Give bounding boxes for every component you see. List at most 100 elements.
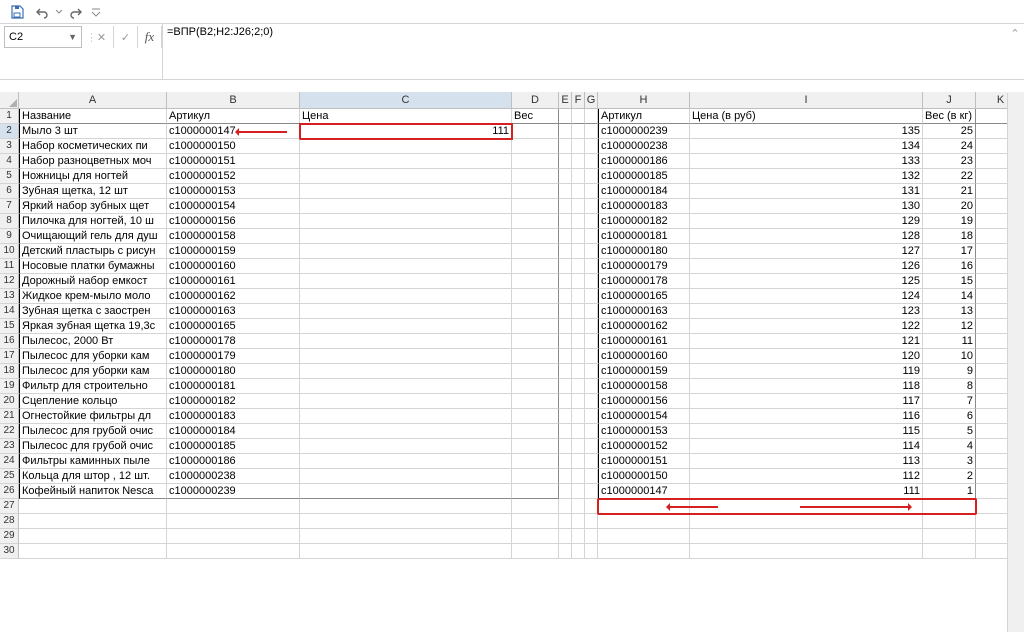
cell[interactable]: Пылесос, 2000 Вт <box>19 334 167 349</box>
cell[interactable] <box>300 214 512 229</box>
formula-input[interactable]: =ВПР(B2;H2:J26;2;0) ⌄ <box>162 24 1024 80</box>
cell[interactable]: 112 <box>690 469 923 484</box>
cell[interactable]: Фильтры каминных пыле <box>19 454 167 469</box>
cell[interactable] <box>585 139 598 154</box>
cell[interactable]: с1000000183 <box>598 199 690 214</box>
cell[interactable]: 116 <box>690 409 923 424</box>
cell[interactable] <box>512 424 559 439</box>
cell[interactable] <box>559 274 572 289</box>
cell[interactable]: Пилочка для ногтей, 10 ш <box>19 214 167 229</box>
cell[interactable]: 9 <box>923 364 976 379</box>
cell[interactable]: 135 <box>690 124 923 139</box>
cell[interactable]: 118 <box>690 379 923 394</box>
cell[interactable] <box>559 169 572 184</box>
cell[interactable] <box>572 349 585 364</box>
cell[interactable]: 5 <box>923 424 976 439</box>
cell[interactable]: Кольца для штор , 12 шт. <box>19 469 167 484</box>
cell[interactable] <box>572 139 585 154</box>
cell[interactable] <box>572 529 585 544</box>
cell[interactable] <box>300 154 512 169</box>
cell[interactable]: с1000000152 <box>167 169 300 184</box>
cell[interactable]: 117 <box>690 394 923 409</box>
cell[interactable]: с1000000163 <box>167 304 300 319</box>
row-header-28[interactable]: 28 <box>0 514 19 529</box>
cell[interactable]: 17 <box>923 244 976 259</box>
cell[interactable] <box>559 229 572 244</box>
cell[interactable] <box>585 349 598 364</box>
cell[interactable] <box>585 484 598 499</box>
cell[interactable]: с1000000147 <box>167 124 300 139</box>
cell[interactable]: Носовые платки бумажны <box>19 259 167 274</box>
cell[interactable]: 15 <box>923 274 976 289</box>
cell[interactable] <box>512 349 559 364</box>
cell[interactable] <box>585 529 598 544</box>
cell[interactable] <box>559 529 572 544</box>
cell[interactable] <box>512 499 559 514</box>
cell[interactable]: Очищающий гель для душ <box>19 229 167 244</box>
cell[interactable] <box>572 124 585 139</box>
cell[interactable]: с1000000147 <box>598 484 690 499</box>
cell[interactable] <box>572 109 585 124</box>
cell[interactable]: 6 <box>923 409 976 424</box>
cell[interactable]: с1000000150 <box>598 469 690 484</box>
col-header-B[interactable]: B <box>167 92 300 109</box>
cell[interactable] <box>572 454 585 469</box>
cell[interactable] <box>585 244 598 259</box>
undo-dropdown[interactable] <box>54 2 64 22</box>
cell[interactable] <box>923 544 976 559</box>
cell[interactable] <box>300 274 512 289</box>
cell[interactable]: с1000000179 <box>598 259 690 274</box>
cell[interactable] <box>19 544 167 559</box>
cell[interactable]: с1000000156 <box>167 214 300 229</box>
cell[interactable] <box>572 484 585 499</box>
row-header-21[interactable]: 21 <box>0 409 19 424</box>
cell[interactable]: 115 <box>690 424 923 439</box>
cell[interactable] <box>512 379 559 394</box>
cell[interactable]: с1000000163 <box>598 304 690 319</box>
cell[interactable]: 4 <box>923 439 976 454</box>
cell[interactable] <box>598 514 690 529</box>
cell[interactable]: Пылесос для уборки кам <box>19 364 167 379</box>
cell[interactable] <box>572 379 585 394</box>
cell[interactable] <box>572 424 585 439</box>
cell[interactable] <box>300 439 512 454</box>
cell[interactable]: с1000000178 <box>167 334 300 349</box>
cell[interactable]: с1000000161 <box>167 274 300 289</box>
cell[interactable]: Пылесос для грубой очис <box>19 439 167 454</box>
cell[interactable] <box>512 394 559 409</box>
cell[interactable] <box>585 544 598 559</box>
cell[interactable]: Сцепление кольцо <box>19 394 167 409</box>
cell[interactable]: Артикул <box>167 109 300 124</box>
cell[interactable]: 20 <box>923 199 976 214</box>
cell[interactable] <box>300 259 512 274</box>
cell[interactable]: с1000000153 <box>167 184 300 199</box>
cell[interactable] <box>512 334 559 349</box>
cell[interactable] <box>512 484 559 499</box>
cell[interactable]: 121 <box>690 334 923 349</box>
cell[interactable] <box>559 514 572 529</box>
cell[interactable] <box>300 529 512 544</box>
cell[interactable] <box>512 199 559 214</box>
cell[interactable] <box>19 529 167 544</box>
row-header-20[interactable]: 20 <box>0 394 19 409</box>
cell[interactable] <box>512 274 559 289</box>
row-header-30[interactable]: 30 <box>0 544 19 559</box>
cell[interactable]: 111 <box>300 124 512 139</box>
cell[interactable]: Вес <box>512 109 559 124</box>
cell[interactable] <box>559 304 572 319</box>
cell[interactable] <box>585 184 598 199</box>
cell[interactable]: Название <box>19 109 167 124</box>
cell[interactable] <box>585 514 598 529</box>
cell[interactable] <box>300 469 512 484</box>
cell[interactable]: с1000000154 <box>598 409 690 424</box>
cell[interactable] <box>300 229 512 244</box>
cell[interactable] <box>572 514 585 529</box>
cell[interactable]: 120 <box>690 349 923 364</box>
cell[interactable] <box>585 334 598 349</box>
cell[interactable]: с1000000154 <box>167 199 300 214</box>
cell[interactable] <box>559 214 572 229</box>
cell[interactable] <box>300 184 512 199</box>
cell[interactable] <box>585 364 598 379</box>
cell[interactable] <box>572 214 585 229</box>
cell[interactable] <box>512 454 559 469</box>
